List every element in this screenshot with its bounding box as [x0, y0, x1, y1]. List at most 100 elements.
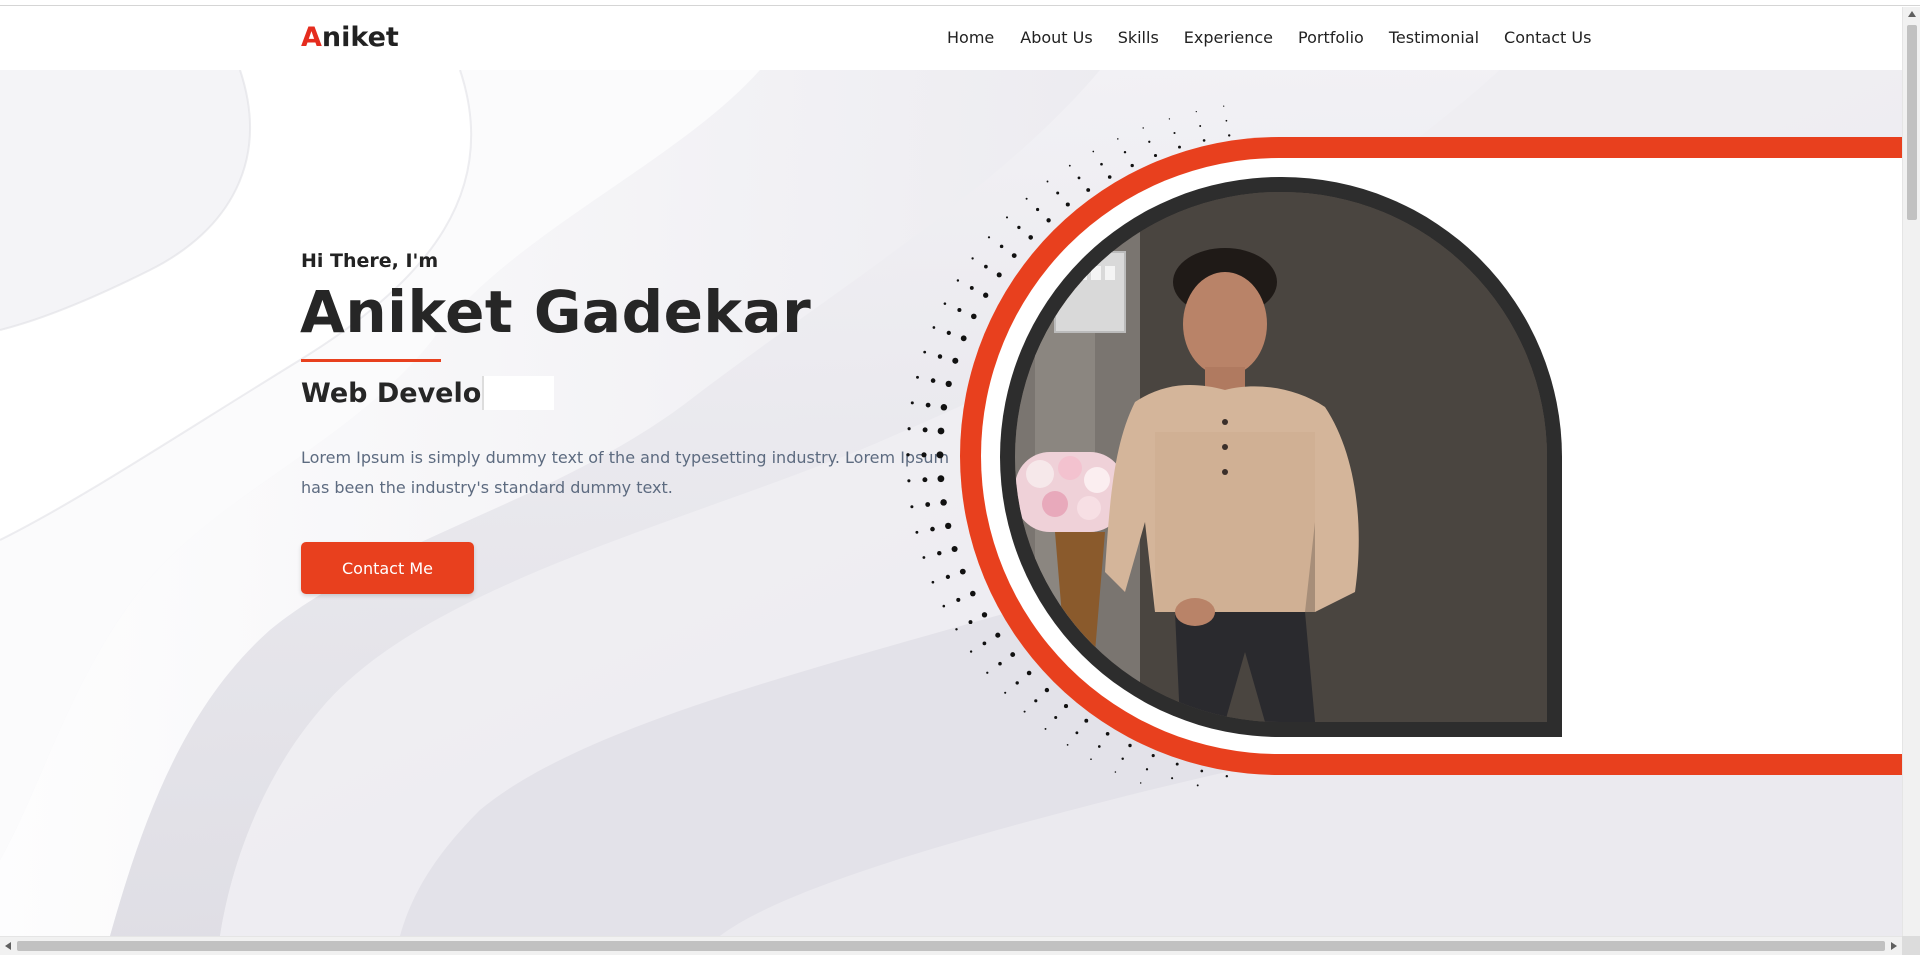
- halftone-dot: [1199, 125, 1202, 127]
- halftone-dot: [984, 264, 988, 269]
- halftone-dot: [936, 451, 944, 459]
- brand-logo[interactable]: Aniket: [301, 22, 399, 53]
- halftone-dot: [983, 292, 989, 298]
- halftone-dot: [1044, 727, 1047, 730]
- main-nav: Home About Us Skills Experience Portfoli…: [947, 28, 1591, 47]
- halftone-dot: [906, 453, 910, 457]
- halftone-dot: [945, 574, 951, 580]
- vertical-scroll-thumb[interactable]: [1907, 25, 1917, 220]
- halftone-dot: [952, 357, 959, 364]
- halftone-dot: [1005, 216, 1009, 219]
- halftone-dot: [957, 307, 962, 313]
- halftone-dot: [1090, 758, 1092, 761]
- nav-portfolio[interactable]: Portfolio: [1298, 28, 1364, 47]
- nav-home[interactable]: Home: [947, 28, 994, 47]
- halftone-dot: [1114, 771, 1117, 773]
- halftone-dot: [1075, 731, 1079, 735]
- horizontal-scrollbar[interactable]: [0, 936, 1920, 955]
- halftone-dot: [1145, 768, 1149, 771]
- hero-section: Hi There, I'm Aniket Gadekar Web Develo …: [0, 70, 1902, 936]
- halftone-dot: [959, 568, 966, 575]
- halftone-dot: [931, 580, 935, 584]
- halftone-dot: [1117, 138, 1119, 140]
- halftone-dot: [910, 505, 914, 509]
- halftone-dot: [932, 326, 936, 329]
- halftone-dot: [1168, 118, 1171, 120]
- halftone-dot: [921, 452, 927, 458]
- halftone-dot: [995, 632, 1001, 638]
- halftone-dot: [1105, 731, 1110, 736]
- halftone-dot: [937, 475, 945, 483]
- halftone-dot: [971, 257, 974, 260]
- halftone-dot: [1097, 745, 1101, 748]
- halftone-dot: [930, 526, 935, 532]
- halftone-dot: [937, 427, 945, 435]
- halftone-dot: [942, 604, 946, 608]
- halftone-dot: [922, 427, 928, 433]
- halftone-dot: [955, 628, 958, 631]
- halftone-dot: [937, 354, 943, 359]
- halftone-dot: [1092, 150, 1095, 153]
- halftone-dot: [1195, 110, 1197, 113]
- halftone-dot: [1173, 131, 1176, 135]
- halftone-dot: [998, 661, 1002, 666]
- halftone-dot: [1151, 754, 1155, 758]
- brand-rest: niket: [321, 22, 399, 53]
- nav-about-us[interactable]: About Us: [1020, 28, 1092, 47]
- halftone-dot: [1223, 105, 1225, 107]
- halftone-dot: [940, 404, 948, 411]
- halftone-dot: [916, 375, 919, 379]
- halftone-dot: [951, 545, 958, 553]
- profile-photo: [1015, 192, 1547, 722]
- halftone-dot: [1128, 743, 1132, 748]
- halftone-dot: [1077, 176, 1081, 180]
- nav-testimonial[interactable]: Testimonial: [1389, 28, 1479, 47]
- halftone-dot: [1142, 127, 1144, 129]
- halftone-dot: [1107, 175, 1112, 179]
- halftone-dot: [907, 427, 911, 431]
- halftone-dot: [996, 272, 1002, 278]
- halftone-dot: [999, 244, 1004, 249]
- halftone-dot: [915, 530, 919, 534]
- halftone-dot: [925, 502, 931, 507]
- halftone-dot: [922, 477, 928, 483]
- halftone-dot: [1130, 163, 1134, 168]
- halftone-dot: [1175, 762, 1179, 766]
- halftone-dot: [1100, 162, 1103, 166]
- halftone-dot: [945, 522, 952, 530]
- halftone-dot: [956, 597, 961, 602]
- browser-viewport: Aniket Home About Us Skills Experience P…: [0, 0, 1920, 955]
- halftone-dot: [1196, 784, 1199, 787]
- halftone-dot: [982, 641, 987, 646]
- halftone-dot: [969, 285, 974, 290]
- halftone-dot: [946, 330, 951, 336]
- arrow-right-icon[interactable]: [1891, 942, 1897, 950]
- halftone-dot: [1004, 691, 1007, 694]
- halftone-dot: [956, 279, 960, 282]
- nav-skills[interactable]: Skills: [1118, 28, 1159, 47]
- halftone-dot: [922, 556, 926, 559]
- halftone-dot: [910, 401, 914, 405]
- horizontal-scroll-thumb[interactable]: [17, 941, 1885, 951]
- halftone-dot: [907, 479, 911, 483]
- halftone-dot: [986, 671, 989, 674]
- halftone-dot: [1178, 145, 1181, 149]
- halftone-dot: [1121, 757, 1124, 760]
- halftone-dot: [1068, 164, 1071, 167]
- nav-experience[interactable]: Experience: [1184, 28, 1273, 47]
- halftone-dot: [940, 499, 947, 506]
- brand-first-letter: A: [301, 22, 322, 53]
- vertical-scrollbar[interactable]: [1902, 7, 1920, 936]
- portrait-frame: [0, 70, 1902, 936]
- halftone-dot: [930, 378, 936, 383]
- halftone-dot: [945, 380, 952, 388]
- halftone-dot: [1228, 134, 1231, 137]
- halftone-dot: [923, 350, 927, 354]
- halftone-dot: [987, 236, 991, 239]
- halftone-dot: [971, 313, 977, 320]
- arrow-up-icon[interactable]: [1908, 11, 1916, 17]
- halftone-dot: [1139, 782, 1142, 784]
- halftone-dot: [1046, 180, 1049, 183]
- nav-contact-us[interactable]: Contact Us: [1504, 28, 1591, 47]
- arrow-left-icon[interactable]: [5, 942, 11, 950]
